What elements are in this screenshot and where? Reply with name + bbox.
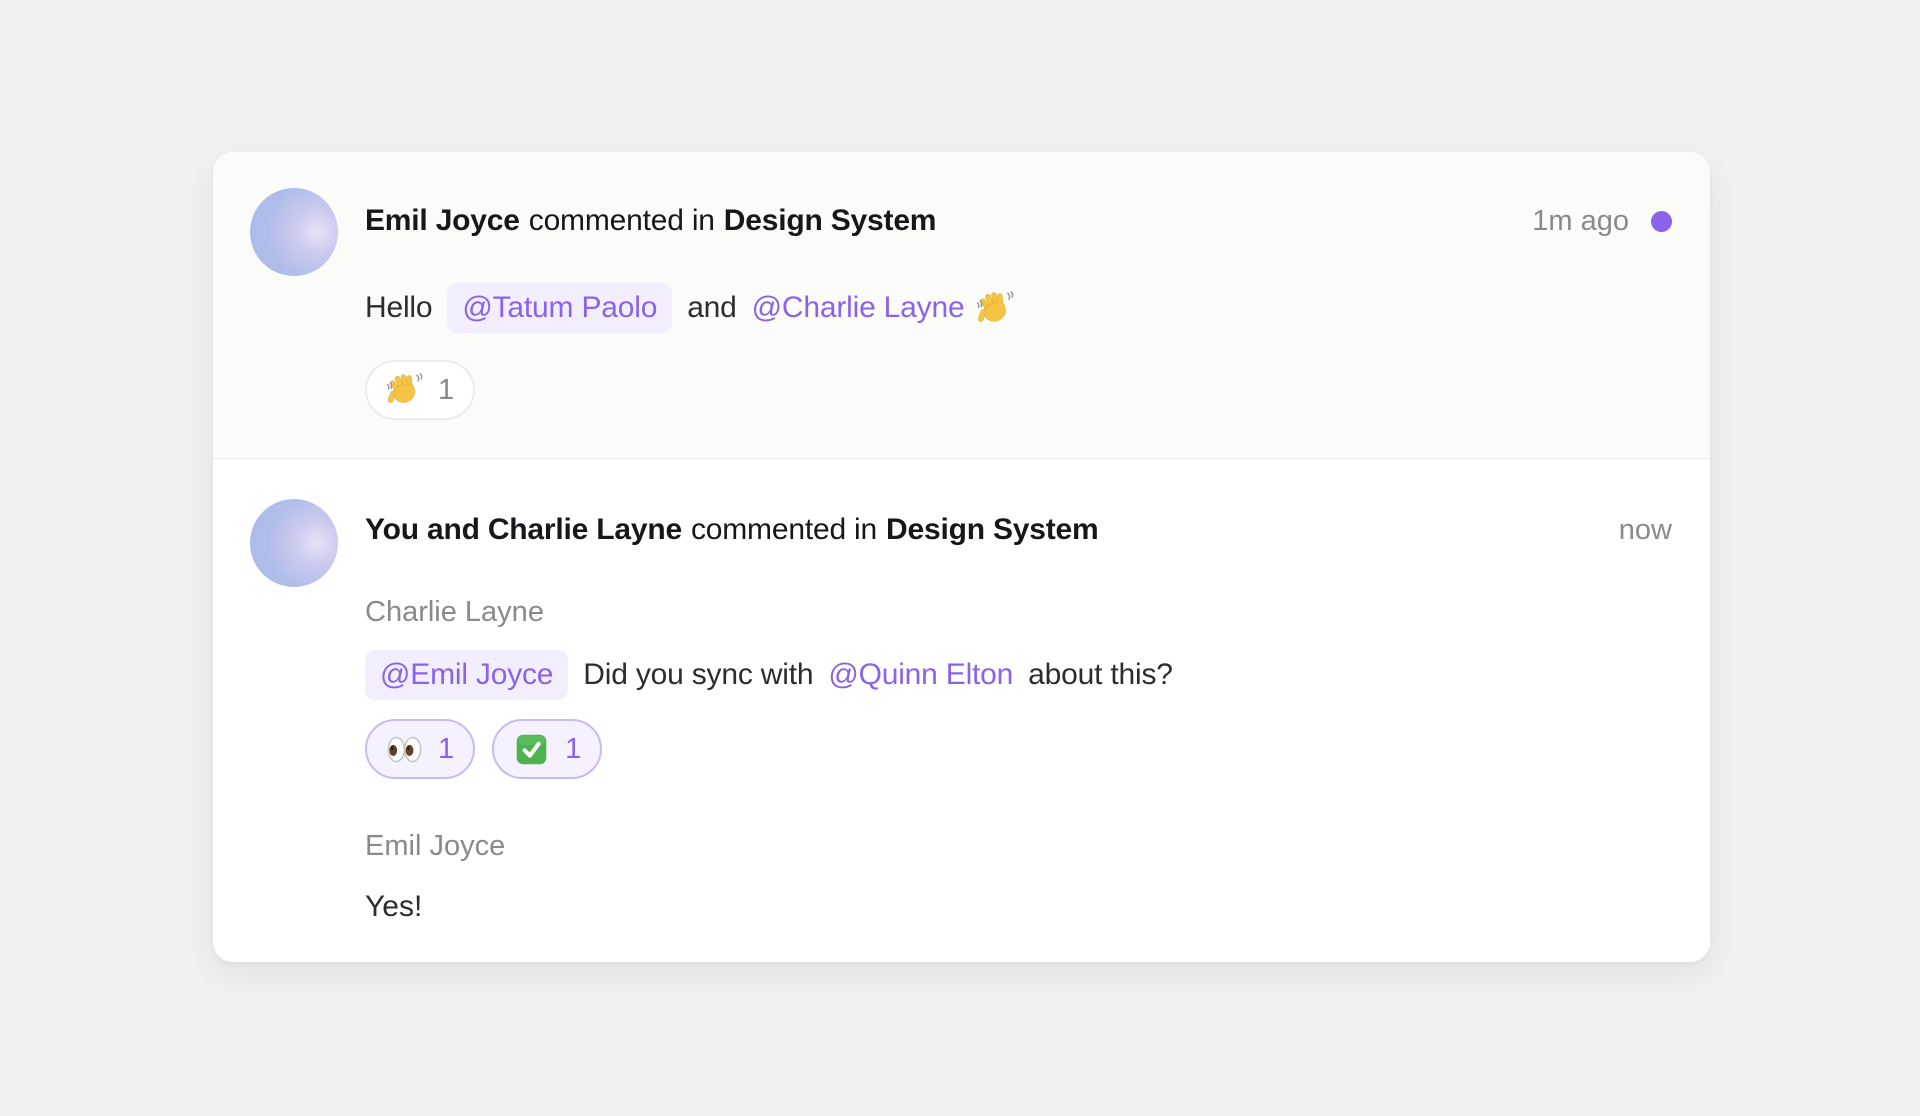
waving-hand-icon [386, 372, 423, 409]
reaction-count: 1 [438, 374, 454, 407]
commenter-name: Charlie Layne [365, 595, 1672, 629]
message-text: Hello [365, 282, 432, 334]
timestamp: 1m ago [1532, 202, 1629, 240]
notifications-panel: Emil Joyce commented in Design System 1m a… [213, 152, 1710, 962]
comment-message: Hello @Tatum Paolo and @Charlie Layne [365, 282, 1672, 334]
actor-name: Emil Joyce [365, 204, 520, 237]
action-text: commented in [691, 513, 877, 546]
waving-hand-icon [976, 290, 1014, 328]
notification-header: You and Charlie Layne commented in Design … [365, 511, 1099, 549]
mention-quinn-elton[interactable]: @Quinn Elton [828, 649, 1013, 701]
action-text: commented in [529, 204, 715, 237]
check-mark-button-icon [513, 731, 550, 768]
message-text: Did you sync with [583, 649, 813, 701]
mention-charlie-layne[interactable]: @Charlie Layne [752, 282, 965, 334]
notification-header: Emil Joyce commented in Design System [365, 202, 936, 240]
notification-item-1[interactable]: Emil Joyce commented in Design System 1m a… [213, 152, 1710, 458]
reaction-count: 1 [438, 733, 454, 766]
eyes-icon [386, 731, 423, 768]
file-name: Design System [724, 204, 936, 237]
reaction-pill-wave[interactable]: 1 [365, 360, 475, 420]
file-name: Design System [886, 513, 1098, 546]
reaction-pill-eyes[interactable]: 1 [365, 719, 475, 779]
timestamp: now [1619, 511, 1672, 549]
commenter-name: Emil Joyce [365, 829, 1672, 863]
comment-message: Yes! [365, 889, 1672, 925]
reaction-pill-check[interactable]: 1 [492, 719, 602, 779]
unread-indicator-dot [1651, 211, 1672, 232]
message-text: and [687, 282, 736, 334]
notification-item-2[interactable]: You and Charlie Layne commented in Design … [213, 459, 1710, 962]
message-text: about this? [1028, 649, 1173, 701]
user-avatar [250, 499, 338, 587]
page-background: Emil Joyce commented in Design System 1m a… [0, 0, 1920, 1116]
comment-message: @Emil Joyce Did you sync with @Quinn Elt… [365, 649, 1672, 701]
actor-name: You and Charlie Layne [365, 513, 682, 546]
mention-tatum-paolo[interactable]: @Tatum Paolo [447, 283, 672, 333]
mention-emil-joyce[interactable]: @Emil Joyce [365, 650, 568, 700]
user-avatar [250, 188, 338, 276]
reaction-count: 1 [565, 733, 581, 766]
